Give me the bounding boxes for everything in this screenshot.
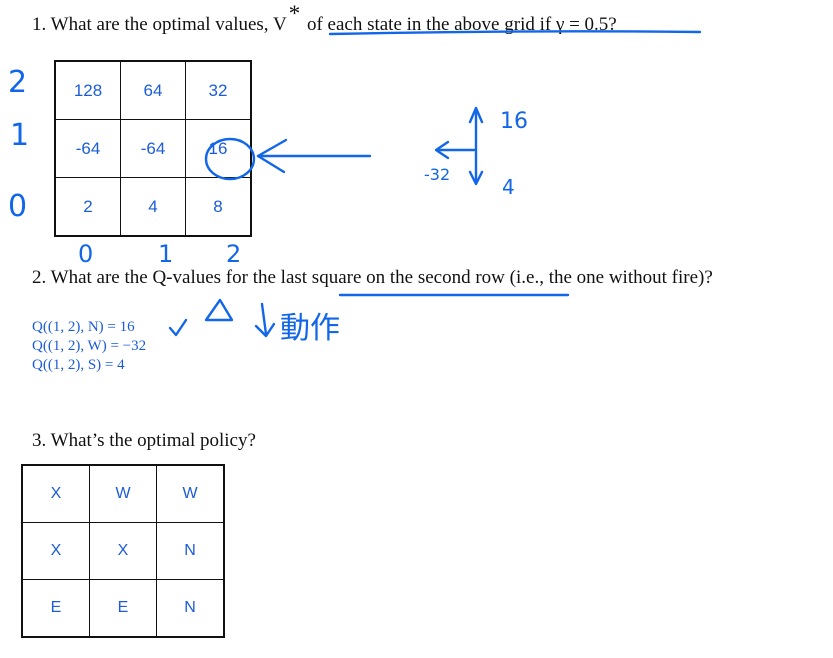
left-value: -32 (424, 165, 450, 184)
grid-cell: -64 (54, 119, 121, 178)
q-value-north: Q((1, 2), N) = 16 (32, 319, 135, 335)
grid-cell: 4 (120, 177, 186, 237)
up-arrow-icon (468, 106, 484, 124)
left-arrow-icon (434, 140, 450, 160)
down-value: 4 (502, 175, 515, 199)
grid-cell: 64 (120, 60, 186, 120)
row-label-1: 1 (10, 118, 29, 153)
grid-cell: 8 (185, 177, 252, 237)
q-values-list: Q((1, 2), N) = 16 Q((1, 2), W) = −32 Q((… (32, 318, 146, 375)
policy-cell: E (21, 579, 90, 638)
down-arrow-icon (468, 170, 484, 186)
up-value: 16 (500, 109, 528, 134)
row-label-0: 0 (8, 189, 27, 224)
grid-cell: 16 (185, 119, 252, 178)
policy-cell: N (156, 522, 225, 580)
q-value-west: Q((1, 2), W) = −32 (32, 338, 147, 354)
policy-cell: X (21, 464, 90, 523)
question-1-suffix: of each state in the above grid if γ = 0… (302, 14, 617, 35)
policy-grid: X W W X X N E E N (21, 464, 225, 638)
question-2: 2. What are the Q-values for the last sq… (32, 267, 713, 288)
down-arrow-annotation-icon (254, 302, 276, 338)
col-label-1: 1 (158, 240, 173, 268)
grid-cell: -64 (120, 119, 186, 178)
row-label-2: 2 (8, 65, 27, 100)
col-label-0: 0 (78, 240, 93, 268)
v-star: * (288, 1, 301, 26)
policy-cell: E (89, 579, 157, 638)
value-grid: 128 64 32 -64 -64 16 2 4 8 (54, 60, 252, 237)
policy-cell: X (21, 522, 90, 580)
pointer-arrow-head-icon (256, 138, 288, 174)
policy-cell: W (89, 464, 157, 523)
col-label-2: 2 (226, 240, 241, 268)
check-mark-icon (168, 318, 188, 337)
question-1: 1. What are the optimal values, V* of ea… (32, 1, 617, 36)
grid-cell: 128 (54, 60, 121, 120)
grid-cell: 2 (54, 177, 121, 237)
policy-cell: W (156, 464, 225, 523)
policy-cell: N (156, 579, 225, 638)
delta-triangle-icon (204, 298, 234, 322)
handwritten-note: 動作 (280, 311, 340, 346)
question-3: 3. What’s the optimal policy? (32, 430, 256, 451)
q-value-south: Q((1, 2), S) = 4 (32, 357, 125, 373)
policy-cell: X (89, 522, 157, 580)
grid-cell: 32 (185, 60, 252, 120)
question-1-prefix: 1. What are the optimal values, V (32, 14, 287, 35)
